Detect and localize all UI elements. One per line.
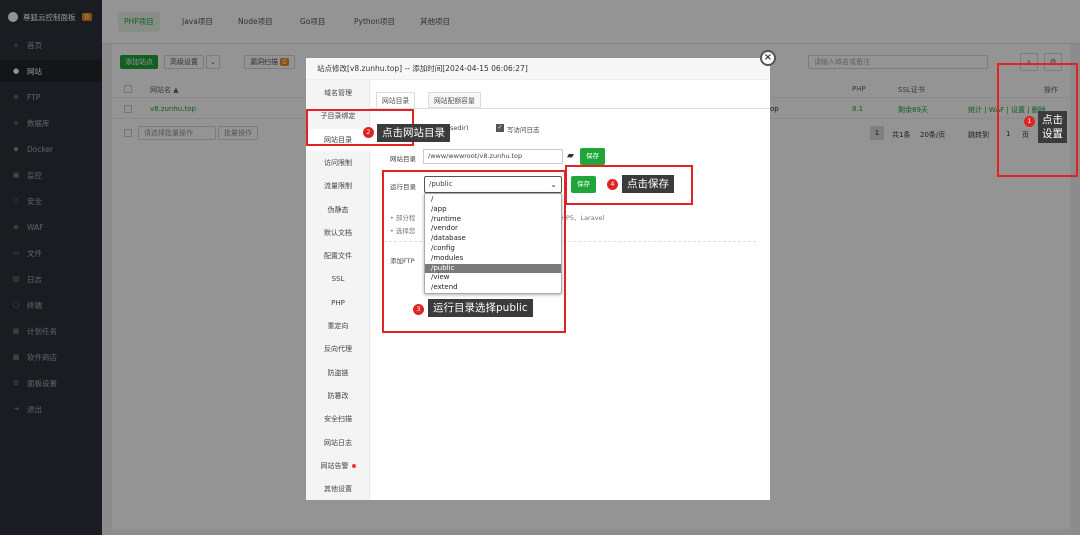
- annotation-badge-4: 4: [607, 179, 618, 190]
- annotation-tip-4: 点击保存: [622, 175, 674, 193]
- tab-site-dir[interactable]: 网站目录: [376, 92, 416, 108]
- modal-nav-item[interactable]: 网站日志: [306, 432, 370, 454]
- modal-nav-item[interactable]: 配置文件: [306, 245, 370, 267]
- modal-nav-item[interactable]: 反向代理: [306, 338, 370, 360]
- modal-nav-label: 伪静态: [327, 205, 349, 214]
- modal-nav-label: 域名管理: [324, 89, 352, 97]
- site-dir-save-button[interactable]: 保存: [580, 148, 605, 165]
- modal-nav-item[interactable]: SSL: [306, 268, 370, 290]
- annotation-tip-3: 运行目录选择public: [428, 299, 533, 317]
- alert-dot-icon: [351, 463, 356, 468]
- modal-nav-item[interactable]: 域名管理: [306, 82, 370, 104]
- close-icon[interactable]: ×: [760, 50, 776, 66]
- annotation-badge-2: 2: [363, 127, 374, 138]
- modal-nav-label: 网站日志: [324, 438, 352, 447]
- modal-nav-item[interactable]: PHP: [306, 292, 370, 314]
- modal-nav-label: SSL: [331, 275, 345, 284]
- tab-divider: [370, 108, 770, 109]
- modal-nav-item[interactable]: 网站告警: [306, 455, 370, 477]
- modal-nav-item[interactable]: 安全扫描: [306, 408, 370, 430]
- annotation-badge-1: 1: [1024, 116, 1035, 127]
- modal-nav-item[interactable]: 默认文档: [306, 222, 370, 244]
- hint-1-tail: HP5、Laravel: [561, 214, 605, 222]
- modal-nav-label: 安全扫描: [324, 415, 352, 424]
- modal-nav-label: 访问限制: [324, 158, 352, 167]
- modal-nav-item[interactable]: 流量限制: [306, 175, 370, 197]
- modal-nav-item[interactable]: 其他设置: [306, 478, 370, 500]
- modal-nav-label: 流量限制: [324, 182, 352, 191]
- folder-icon[interactable]: ▰: [567, 151, 574, 161]
- modal-nav-label: 配置文件: [324, 252, 352, 261]
- modal-nav-label: 防盗链: [327, 368, 349, 377]
- modal-nav-item[interactable]: 防盗链: [306, 362, 370, 384]
- annotation-tip-2: 点击网站目录: [377, 124, 450, 142]
- modal-title: 站点修改[v8.zunhu.top] -- 添加时间[2024-04-15 06…: [306, 58, 770, 80]
- site-dir-input[interactable]: /www/wwwroot/v8.zunhu.top: [423, 149, 563, 164]
- modal-nav-label: 其他设置: [324, 485, 352, 494]
- modal-nav-label: PHP: [331, 298, 345, 307]
- modal-nav-item[interactable]: 伪静态: [306, 199, 370, 221]
- modal-nav-item[interactable]: 防篡改: [306, 385, 370, 407]
- annotation-badge-3: 3: [413, 304, 424, 315]
- modal-nav-label: 默认文档: [324, 228, 352, 237]
- write-log-label: 写访问日志: [507, 126, 540, 134]
- modal-nav-label: 重定向: [327, 322, 349, 330]
- tab-quota[interactable]: 网站配额容量: [428, 92, 481, 108]
- modal-nav-label: 网站告警: [320, 461, 349, 470]
- write-log-checkbox[interactable]: ✓: [496, 124, 504, 132]
- modal-nav-item[interactable]: 重定向: [306, 315, 370, 337]
- site-dir-label: 网站目录: [390, 155, 416, 163]
- modal-nav-label: 防篡改: [327, 391, 349, 400]
- modal-nav-label: 反向代理: [324, 345, 352, 354]
- modal-nav-item[interactable]: 访问限制: [306, 152, 370, 174]
- annotation-tip-1: 点击 设置: [1038, 111, 1067, 143]
